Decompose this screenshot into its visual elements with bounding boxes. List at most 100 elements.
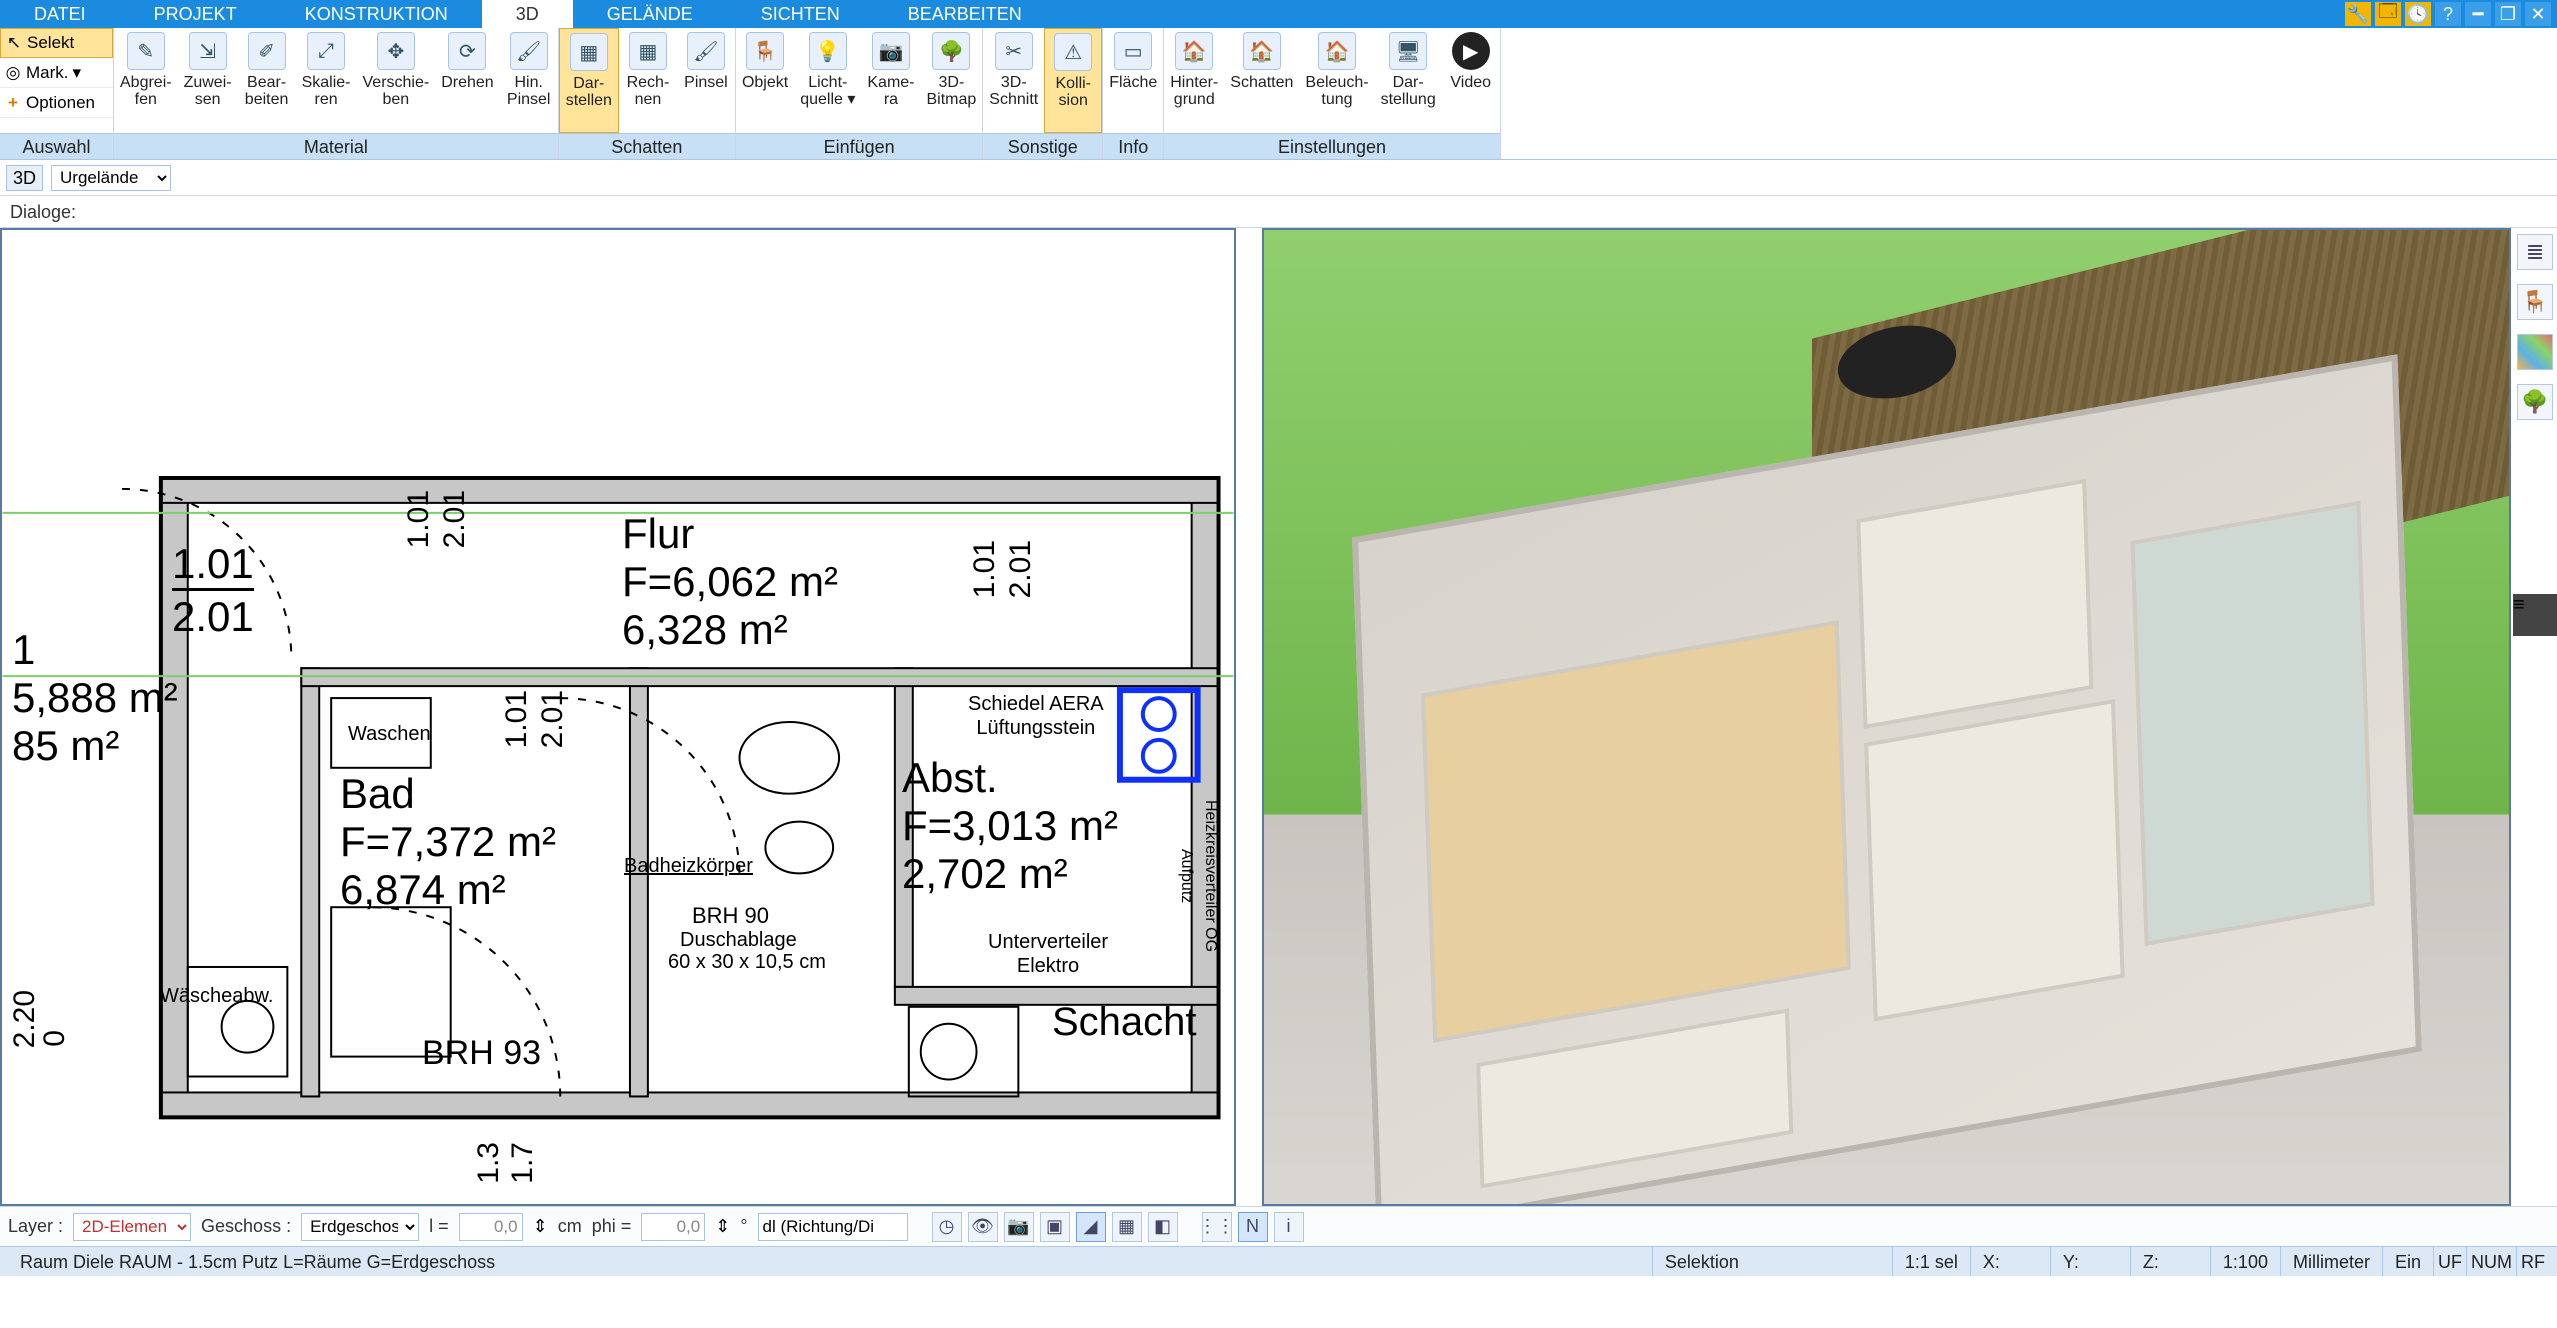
tab-bearbeiten[interactable]: BEARBEITEN — [874, 0, 1056, 28]
ribbon-group-sonstige: ✂3D- Schnitt⚠Kolli- sionSonstige — [983, 28, 1103, 159]
target-icon: ◎ — [4, 64, 22, 82]
view-3d-pane[interactable] — [1262, 228, 2511, 1206]
ribbon-hinpinsel[interactable]: 🖌Hin. Pinsel — [500, 28, 558, 133]
tool-save-icon[interactable]: 🗔 — [2375, 2, 2401, 26]
video-label: Video — [1450, 74, 1491, 91]
side-panel-handle[interactable]: ≡ — [2513, 594, 2557, 636]
note-heizkreis: Heizkreisverteiler OG Aufputz — [1174, 800, 1222, 952]
ribbon-bearbeiten[interactable]: ✐Bear- beiten — [238, 28, 296, 133]
ribbon-objekt[interactable]: 🪑Objekt — [736, 28, 794, 133]
ribbon-zuweisen[interactable]: ⇲ Zuwei- sen — [178, 28, 238, 133]
restore-icon[interactable]: ❐ — [2495, 2, 2521, 26]
kollision-icon: ⚠ — [1054, 33, 1092, 71]
status-bar: Raum Diele RAUM - 1.5cm Putz L=Räume G=E… — [0, 1246, 2557, 1276]
schatten2-icon: 🏠 — [1243, 32, 1281, 70]
ribbon-rechnen[interactable]: ▦Rech- nen — [619, 28, 677, 133]
ribbon-group-label: Schatten — [559, 133, 735, 159]
info-icon[interactable]: i — [1274, 1212, 1304, 1242]
mode-badge-3d[interactable]: 3D — [6, 165, 43, 191]
tool-clock-icon[interactable]: 🕓 — [2405, 2, 2431, 26]
dots-icon[interactable]: ⋮⋮ — [1202, 1212, 1232, 1242]
zuweisen-label: Zuwei- sen — [184, 74, 232, 108]
minimize-icon[interactable]: ━ — [2465, 2, 2491, 26]
note-brh90: BRH 90 — [692, 904, 769, 928]
tab-gelaende[interactable]: GELÄNDE — [573, 0, 727, 28]
subbar: 3D Urgelände — [0, 160, 2557, 196]
ribbon-beleuchtung[interactable]: 🏠Beleuch- tung — [1299, 28, 1374, 133]
zuweisen-icon: ⇲ — [189, 32, 227, 70]
tab-3d[interactable]: 3D — [482, 0, 573, 28]
darstellen-icon: ▦ — [570, 33, 608, 71]
tool-wrench-icon[interactable]: 🔧 — [2345, 2, 2371, 26]
layers-icon[interactable]: ≣ — [2517, 234, 2553, 270]
spin-icon[interactable]: ⇕ — [533, 1216, 548, 1237]
status-selektion: Selektion — [1653, 1247, 1893, 1276]
tree-icon[interactable]: 🌳 — [2517, 384, 2553, 420]
rechnen-icon: ▦ — [629, 32, 667, 70]
palette-icon[interactable] — [2517, 334, 2553, 370]
ribbon-3dbitmap[interactable]: 🌳3D- Bitmap — [921, 28, 983, 133]
phi-input[interactable] — [641, 1213, 705, 1241]
l-input[interactable] — [459, 1213, 523, 1241]
ribbon-3dschnitt[interactable]: ✂3D- Schnitt — [983, 28, 1044, 133]
layer-select[interactable]: 2D-Elemen — [73, 1213, 191, 1241]
ribbon-lichtquelle[interactable]: 💡Licht- quelle ▾ — [794, 28, 861, 133]
window-icon[interactable]: ▣ — [1040, 1212, 1070, 1242]
grid-icon[interactable]: ▦ — [1112, 1212, 1142, 1242]
ribbon-kollision[interactable]: ⚠Kolli- sion — [1044, 28, 1102, 133]
hinpinsel-icon: 🖌 — [510, 32, 548, 70]
n-icon[interactable]: N — [1238, 1212, 1268, 1242]
ribbon-drehen[interactable]: ⟳Drehen — [435, 28, 499, 133]
spin-icon[interactable]: ⇕ — [715, 1216, 730, 1237]
room-label-bad: Bad F=7,372 m² 6,874 m² — [340, 770, 556, 914]
room-label-abst: Abst. F=3,013 m² 2,702 m² — [902, 754, 1118, 898]
ribbon-video[interactable]: ▶Video — [1442, 28, 1500, 133]
ribbon-schatten2[interactable]: 🏠Schatten — [1224, 28, 1299, 133]
dim-bottom-v2: 1.7 — [506, 1142, 540, 1184]
note-duschablage-dim: 60 x 30 x 10,5 cm — [668, 950, 826, 974]
clock-icon[interactable]: ◷ — [932, 1212, 962, 1242]
ribbon-hintergrund[interactable]: 🏠Hinter- grund — [1164, 28, 1224, 133]
flaeche-icon: ▭ — [1114, 32, 1152, 70]
tab-datei[interactable]: DATEI — [0, 0, 120, 28]
camera-icon[interactable]: 📷 — [1004, 1212, 1034, 1242]
layers2-icon[interactable]: ◧ — [1148, 1212, 1178, 1242]
eye-icon[interactable]: 👁 — [968, 1212, 998, 1242]
status-unit: Millimeter — [2281, 1247, 2383, 1276]
side-optionen[interactable]: +Optionen — [0, 88, 113, 118]
tab-projekt[interactable]: PROJEKT — [120, 0, 271, 28]
help-icon[interactable]: ? — [2435, 2, 2461, 26]
close-icon[interactable]: ✕ — [2525, 2, 2551, 26]
skalieren-label: Skalie- ren — [302, 74, 351, 108]
cursor-icon: ↖ — [5, 34, 23, 52]
ribbon-flaeche[interactable]: ▭Fläche — [1103, 28, 1163, 133]
side-selekt-label: Selekt — [27, 33, 74, 53]
note-waescheabw: Wäscheabw. — [160, 984, 273, 1008]
drehen-label: Drehen — [441, 74, 493, 91]
chair-icon[interactable]: 🪑 — [2517, 284, 2553, 320]
right-toolstrip: ≣ 🪑 🌳 ≡ — [2513, 234, 2557, 636]
ribbon-group-label-auswahl: Auswahl — [0, 133, 113, 159]
ribbon-skalieren[interactable]: ⤢Skalie- ren — [296, 28, 357, 133]
geschoss-select[interactable]: Erdgeschos — [301, 1213, 419, 1241]
note-waschen: Waschen — [348, 722, 431, 746]
side-mark[interactable]: ◎Mark.▾ — [0, 58, 113, 88]
l-unit: cm — [558, 1216, 582, 1237]
ribbon-kamera[interactable]: 📷Kame- ra — [861, 28, 920, 133]
menu-tabs: DATEI PROJEKT KONSTRUKTION 3D GELÄNDE SI… — [0, 0, 2557, 28]
status-ein: Ein — [2383, 1247, 2434, 1276]
ribbon-side-auswahl: ↖Selekt ◎Mark.▾ +Optionen Auswahl — [0, 28, 114, 159]
side-selekt[interactable]: ↖Selekt — [0, 28, 113, 58]
tab-sichten[interactable]: SICHTEN — [727, 0, 874, 28]
floorplan-2d-pane[interactable]: Flur F=6,062 m² 6,328 m² Bad F=7,372 m² … — [0, 228, 1236, 1206]
ribbon-pinsel[interactable]: 🖌Pinsel — [677, 28, 735, 133]
workspace: Flur F=6,062 m² 6,328 m² Bad F=7,372 m² … — [0, 228, 2557, 1206]
ribbon-verschieben[interactable]: ✥Verschie- ben — [357, 28, 436, 133]
dl-input[interactable] — [758, 1213, 908, 1241]
ribbon-darstellung2[interactable]: 🖥Dar- stellung — [1375, 28, 1442, 133]
tab-konstruktion[interactable]: KONSTRUKTION — [271, 0, 482, 28]
ribbon-abgreifen[interactable]: ✎Abgrei- fen — [114, 28, 178, 133]
ribbon-darstellen[interactable]: ▦Dar- stellen — [559, 28, 619, 133]
layer-dropdown[interactable]: Urgelände — [51, 165, 171, 191]
surface-icon[interactable]: ◢ — [1076, 1212, 1106, 1242]
